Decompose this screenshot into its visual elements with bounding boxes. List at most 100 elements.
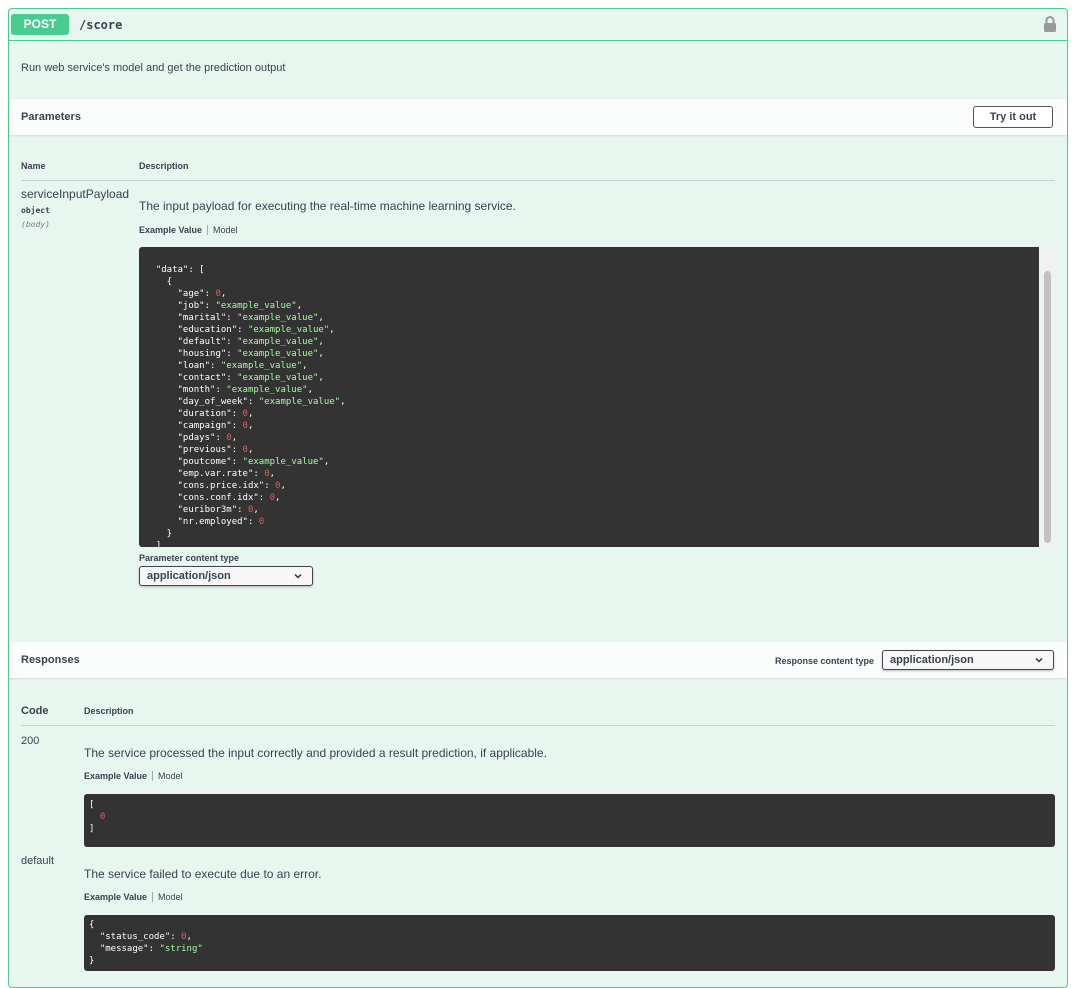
col-code-header: Code xyxy=(21,705,49,717)
code-number: 0 xyxy=(99,812,106,822)
code-text: "job": xyxy=(145,301,216,311)
tab-example-value[interactable]: Example Value xyxy=(139,225,202,235)
code-line: "marital": "example_value", xyxy=(145,312,1039,324)
parameters-header: Parameters Try it out xyxy=(9,99,1067,135)
code-text: , xyxy=(247,421,254,431)
code-string: "example_value" xyxy=(226,385,308,395)
code-text: , xyxy=(296,301,303,311)
code-string: "example_value" xyxy=(237,349,319,359)
code-scrollbar[interactable] xyxy=(1042,247,1053,547)
code-line: "default": "example_value", xyxy=(145,336,1039,348)
responses-title: Responses xyxy=(21,654,80,666)
code-text: "poutcome": xyxy=(145,457,243,467)
response-content-type-select[interactable]: application/json xyxy=(882,650,1054,670)
code-text: , xyxy=(307,385,313,395)
param-content-type-label: Parameter content type xyxy=(139,553,240,563)
code-text: "loan": xyxy=(145,361,221,371)
param-name: serviceInputPayload xyxy=(21,187,130,201)
code-text: "marital": xyxy=(145,313,238,323)
code-text: ] xyxy=(145,541,162,547)
code-line: "cons.price.idx": 0, xyxy=(145,480,1039,492)
code-line: "poutcome": "example_value", xyxy=(145,456,1039,468)
tab-model[interactable]: Model xyxy=(158,771,183,781)
code-text: , xyxy=(253,505,259,515)
method-badge: POST xyxy=(11,14,69,35)
tab-example-value[interactable]: Example Value xyxy=(84,892,147,902)
code-line: 0 xyxy=(89,811,1055,823)
response-content-type-label: Response content type xyxy=(775,656,875,666)
code-text: "previous": xyxy=(145,445,243,455)
code-string: "example_value" xyxy=(215,301,297,311)
code-text: "duration": xyxy=(145,409,243,419)
code-line: "housing": "example_value", xyxy=(145,348,1039,360)
col-description-header: Description xyxy=(139,161,189,171)
code-text: "age": xyxy=(145,289,216,299)
chevron-down-icon xyxy=(294,573,302,579)
lock-icon[interactable] xyxy=(1043,16,1057,32)
code-scrollbar-thumb[interactable] xyxy=(1044,271,1051,543)
code-text: , xyxy=(318,313,324,323)
code-line: "loan": "example_value", xyxy=(145,360,1039,372)
code-text: "day_of_week": xyxy=(145,397,259,407)
param-type: object xyxy=(21,206,50,215)
response-200-tabs: Example Value Model xyxy=(84,771,183,781)
param-example-code[interactable]: "data": [ { "age": 0, "job": "example_va… xyxy=(139,247,1039,547)
code-line: } xyxy=(89,955,1055,967)
code-string: "example_value" xyxy=(237,313,319,323)
code-text: "month": xyxy=(145,385,227,395)
tab-divider xyxy=(152,892,154,902)
code-line: "education": "example_value", xyxy=(145,324,1039,336)
code-line: } xyxy=(145,528,1039,540)
code-line: "pdays": 0, xyxy=(145,432,1039,444)
param-description: The input payload for executing the real… xyxy=(139,199,516,213)
response-description-200: The service processed the input correctl… xyxy=(84,746,547,760)
response-code-default: default xyxy=(21,855,55,867)
code-string: "example_value" xyxy=(237,337,319,347)
code-text: ] xyxy=(89,824,95,834)
tab-model[interactable]: Model xyxy=(158,892,183,902)
header-divider xyxy=(21,725,1055,726)
code-line: "status_code": 0, xyxy=(89,931,1055,943)
code-line: "age": 0, xyxy=(145,288,1039,300)
code-string: "example_value" xyxy=(258,397,341,407)
code-text: { xyxy=(89,920,95,930)
param-content-type-select[interactable]: application/json xyxy=(139,566,313,586)
code-line: { xyxy=(145,276,1039,288)
code-line: "cons.conf.idx": 0, xyxy=(145,492,1039,504)
code-text: "status_code": xyxy=(89,932,182,942)
code-line: "previous": 0, xyxy=(145,444,1039,456)
code-string: "example_value" xyxy=(220,361,303,371)
code-text: , xyxy=(340,397,346,407)
parameters-title: Parameters xyxy=(21,111,81,123)
code-text: , xyxy=(269,469,276,479)
response-content-type-value: application/json xyxy=(890,654,974,666)
code-text: "message": xyxy=(89,944,160,954)
code-line: "contact": "example_value", xyxy=(145,372,1039,384)
param-location: (body) xyxy=(21,220,50,229)
code-line: "message": "string" xyxy=(89,943,1055,955)
code-text: , xyxy=(329,325,335,335)
tab-divider xyxy=(207,225,209,235)
code-line: "emp.var.rate": 0, xyxy=(145,468,1039,480)
try-it-out-button[interactable]: Try it out xyxy=(973,106,1053,128)
code-text: } xyxy=(145,529,173,539)
response-200-example-code[interactable]: [ 0] xyxy=(84,794,1055,847)
tab-divider xyxy=(152,771,154,781)
col-name-header: Name xyxy=(21,161,46,171)
code-text: "emp.var.rate": xyxy=(145,469,265,479)
code-text: , xyxy=(231,433,238,443)
code-line: ] xyxy=(89,823,1055,835)
code-line: "day_of_week": "example_value", xyxy=(145,396,1039,408)
code-text: "campaign": xyxy=(145,421,243,431)
operation-summary[interactable]: POST /score xyxy=(9,9,1067,41)
code-text: , xyxy=(318,373,324,383)
tab-model[interactable]: Model xyxy=(213,225,238,235)
response-default-example-code[interactable]: { "status_code": 0, "message": "string"} xyxy=(84,915,1055,971)
code-text: , xyxy=(186,932,192,942)
responses-header: Responses Response content type applicat… xyxy=(9,642,1067,678)
code-line: "campaign": 0, xyxy=(145,420,1039,432)
code-text: "pdays": xyxy=(145,433,227,443)
code-text: , xyxy=(220,289,227,299)
code-text: "housing": xyxy=(145,349,238,359)
tab-example-value[interactable]: Example Value xyxy=(84,771,147,781)
